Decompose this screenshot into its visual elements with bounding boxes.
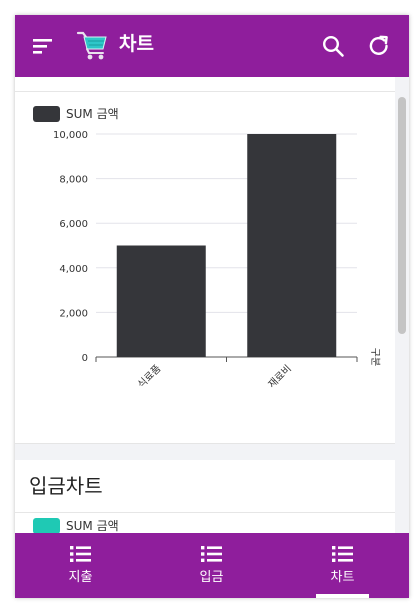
y-tick-label: 0 xyxy=(82,353,88,364)
y-tick-label: 10,000 xyxy=(53,130,88,141)
expense-bar-chart: 0 2,000 4,000 6,000 8,000 10,000 식료품 재료비 구분 xyxy=(53,130,381,391)
app-header: 차트 xyxy=(15,15,409,77)
tab-label: 차트 xyxy=(330,570,355,585)
refresh-icon[interactable] xyxy=(367,34,391,58)
legend-label: SUM 금액 xyxy=(66,519,119,533)
bottom-navigation: 지출 입금 차트 xyxy=(15,533,409,598)
search-icon[interactable] xyxy=(321,34,345,58)
scrollbar-thumb[interactable] xyxy=(398,97,406,334)
list-icon xyxy=(201,546,222,562)
tab-chart[interactable]: 차트 xyxy=(277,533,408,598)
expense-chart-card: SUM 금액 0 2,000 4,000 6,000 8,000 10,000 식료품 재료비… xyxy=(15,77,395,444)
x-tick-label: 식료품 xyxy=(135,363,163,391)
tab-label: 입금 xyxy=(199,570,224,585)
cart-icon xyxy=(76,31,107,60)
list-icon xyxy=(332,546,353,562)
y-tick-label: 4,000 xyxy=(59,264,88,275)
active-tab-indicator xyxy=(316,594,369,598)
divider xyxy=(15,512,395,513)
menu-icon[interactable] xyxy=(31,36,55,56)
app-window: 차트 SUM 금액 0 2,000 4,000 6,000 8,000 10,000 식료품… xyxy=(15,15,409,598)
x-tick-label: 재료비 xyxy=(266,363,294,391)
x-axis-title: 구분 xyxy=(369,348,381,366)
tab-income[interactable]: 입금 xyxy=(146,533,277,598)
bar xyxy=(247,134,337,357)
chart-scroll-area[interactable]: SUM 금액 0 2,000 4,000 6,000 8,000 10,000 식료품 재료비… xyxy=(15,77,409,533)
list-icon xyxy=(70,546,91,562)
income-chart-card: 입금차트 SUM 금액 xyxy=(15,460,395,533)
y-tick-label: 8,000 xyxy=(59,175,88,186)
legend-swatch xyxy=(33,518,60,533)
page-title: 차트 xyxy=(119,33,154,55)
bar xyxy=(116,245,206,357)
income-chart-title: 입금차트 xyxy=(29,474,103,498)
y-tick-label: 2,000 xyxy=(59,308,88,319)
tab-expense[interactable]: 지출 xyxy=(15,533,146,598)
tab-label: 지출 xyxy=(68,570,93,585)
y-tick-label: 6,000 xyxy=(59,219,88,230)
